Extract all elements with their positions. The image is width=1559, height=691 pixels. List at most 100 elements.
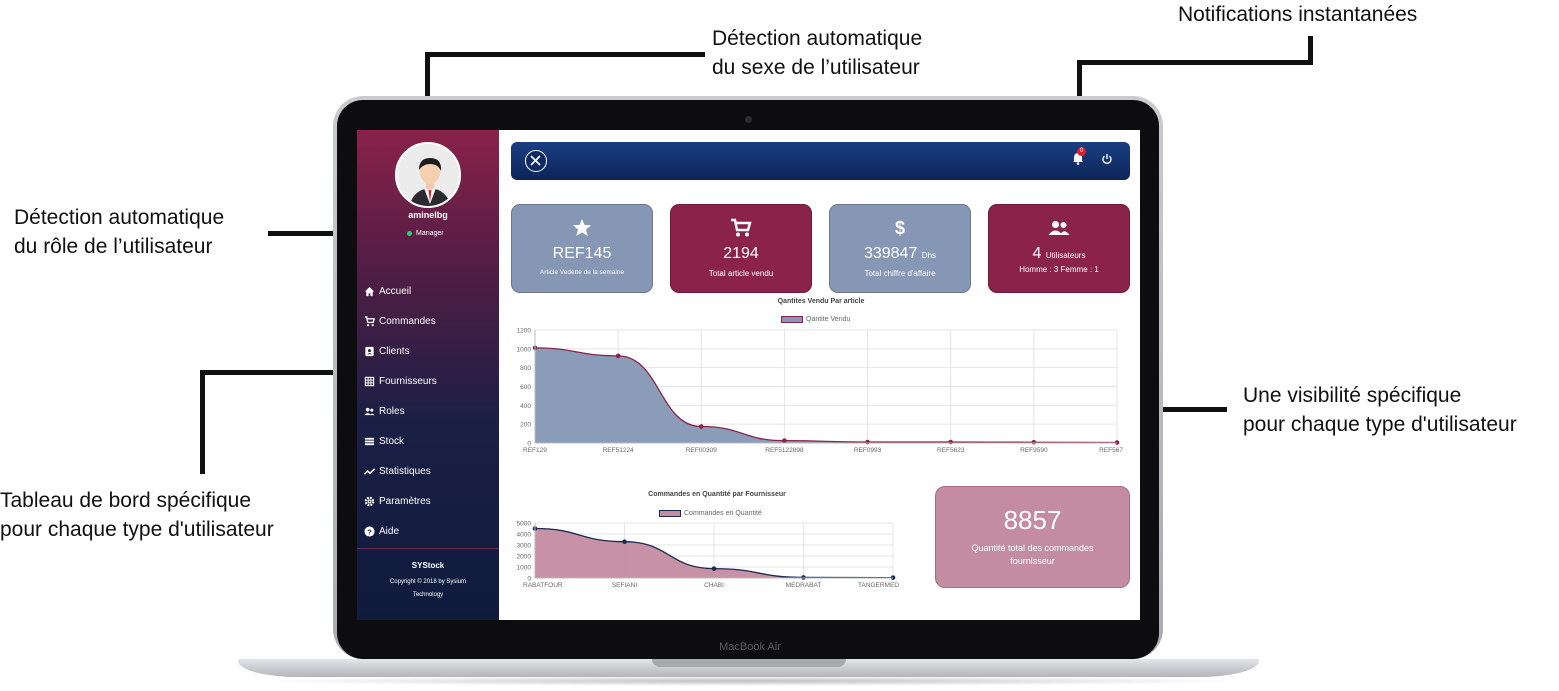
list-icon	[363, 435, 375, 447]
chart2-legend: Commandes en Quantité	[659, 510, 762, 517]
annotation-dashboard-line1: Tableau de bord spécifique	[0, 489, 252, 512]
legend-label: Commandes en Quantité	[684, 510, 762, 517]
chart1-data-point[interactable]	[782, 438, 787, 443]
users-unit: Utilisateurs	[1045, 251, 1086, 260]
svg-text:?: ?	[367, 527, 372, 536]
chart1-ytick-label: 200	[520, 422, 531, 429]
chart1-area-fill	[535, 347, 1117, 443]
chart2-data-point[interactable]	[801, 575, 806, 580]
sidebar: aminelbg Manager Accueil Commandes Clien…	[357, 130, 499, 620]
chart2-ytick-label: 3000	[517, 543, 532, 550]
revenue-unit: Dhs	[921, 251, 937, 260]
chart2-ytick-label: 1000	[517, 565, 532, 572]
annotation-role-line1: Détection automatique	[14, 206, 225, 229]
laptop-shadow	[250, 676, 1250, 686]
sidebar-item-commandes[interactable]: Commandes	[363, 306, 499, 336]
sidebar-item-label: Paramètres	[379, 495, 431, 507]
sidebar-item-clients[interactable]: Clients	[363, 336, 499, 366]
close-sidebar-button[interactable]	[525, 150, 547, 172]
card-value: 4 Utilisateurs	[989, 245, 1129, 263]
card-total-sold: 2194 Total article vendu	[670, 204, 812, 293]
sidebar-item-roles[interactable]: Roles	[363, 396, 499, 426]
chart2-xtick-label: TANGERMED	[858, 582, 899, 589]
annotation-role-line2: du rôle de l’utilisateur	[14, 235, 213, 258]
leader-line-notif-v2	[1308, 36, 1313, 65]
card-featured-article: REF145 Article Vedette de la semaine	[511, 204, 653, 293]
chart2-ytick-label: 4000	[517, 532, 532, 539]
leader-line-gender-h	[425, 52, 705, 57]
chart1-xtick-label: REF567	[1099, 447, 1123, 454]
legend-swatch	[781, 316, 803, 323]
sidebar-item-label: Commandes	[379, 315, 436, 327]
close-icon	[530, 155, 541, 166]
card-value: REF145	[552, 245, 612, 262]
chart2-data-point[interactable]	[622, 539, 627, 544]
chart1-data-point[interactable]	[698, 424, 704, 429]
online-status-dot	[407, 230, 412, 236]
chart1-xtick-label: REF5623	[937, 447, 965, 454]
chart1-data-point[interactable]	[948, 439, 954, 445]
annotation-gender-line1: Détection automatique	[712, 27, 923, 50]
chart2-xtick-label: CHABI	[704, 582, 724, 589]
chart1-data-point[interactable]	[615, 353, 621, 359]
card-label: Homme : 3 Femme : 1	[1019, 265, 1099, 274]
chart2-ytick-label: 2000	[517, 554, 532, 561]
chart1-area: 120010008006004002000REF129 REF51224 REF00…	[517, 328, 1124, 455]
card-label: Total article vendu	[708, 269, 774, 278]
annotation-gender-detection: Détection automatique du sexe de l’utili…	[712, 24, 922, 82]
copyright-line1: Copyright © 2018 by Sysium	[389, 579, 467, 585]
sidebar-item-fournisseurs[interactable]: Fournisseurs	[363, 366, 499, 396]
chart1-data-point[interactable]	[1031, 439, 1037, 445]
camera-icon	[745, 116, 752, 123]
user-role: Manager	[407, 230, 444, 237]
power-icon	[1102, 154, 1112, 165]
card-value: 339847 Dhs	[830, 245, 970, 263]
sidebar-item-label: Stock	[379, 435, 405, 447]
chart2-data-point[interactable]	[711, 566, 717, 571]
chart2-title: Commandes en Quantité par Fournisseur	[648, 491, 786, 498]
chart1-xtick-label: REF51224	[603, 447, 634, 454]
sidebar-footer: SYStock Copyright © 2018 by Sysium Techn…	[357, 548, 499, 602]
sidebar-item-stock[interactable]: Stock	[363, 426, 499, 456]
users-count: 4	[1032, 245, 1042, 262]
annotation-visibility-line2: pour chaque type d'utilisateur	[1243, 413, 1517, 436]
chart1-title: Qantites Vendu Par article	[777, 298, 865, 305]
logout-button[interactable]	[1101, 152, 1113, 170]
card-label: Article Vedette de la semaine	[539, 269, 625, 276]
chart1-ytick-label: 1000	[517, 346, 532, 353]
annotation-gender-line2: du sexe de l’utilisateur	[712, 56, 920, 79]
trending-icon	[363, 465, 375, 477]
chart1-ytick-label: 600	[520, 384, 531, 391]
card-label: Total chiffre d'affaire	[864, 269, 936, 278]
sidebar-item-parametres[interactable]: Paramètres	[363, 486, 499, 516]
sidebar-item-label: Roles	[379, 405, 405, 417]
copyright-line2: Technology	[412, 592, 444, 598]
annotation-dashboard: Tableau de bord spécifique pour chaque t…	[0, 486, 274, 544]
sidebar-item-statistiques[interactable]: Statistiques	[363, 456, 499, 486]
sidebar-menu: Accueil Commandes Clients Fournisseurs R…	[363, 276, 499, 546]
chart1-data-point[interactable]	[865, 439, 870, 445]
leader-line-notif-h	[1077, 60, 1313, 65]
laptop-notch	[652, 659, 846, 667]
chart1-xtick-label: REF5122898	[765, 447, 804, 454]
home-icon	[363, 285, 375, 297]
users-icon	[989, 217, 1129, 239]
chart2-xtick-label: SEFIANI	[612, 582, 637, 589]
notification-badge: 0	[1077, 147, 1086, 156]
chart1-xtick-label: REF0993	[854, 447, 882, 454]
chart1-ytick-label: 800	[520, 365, 531, 372]
chart1-ytick-label: 400	[520, 403, 531, 410]
chart1-xtick-label: REF129	[523, 447, 547, 454]
sidebar-item-aide[interactable]: ? Aide	[363, 516, 499, 546]
leader-line-dashboard-h	[200, 370, 340, 375]
username: aminelbg	[408, 210, 448, 220]
card-total-supplier-orders: 8857 Quantité total des commandes fourni…	[935, 486, 1130, 588]
sidebar-item-accueil[interactable]: Accueil	[363, 276, 499, 306]
star-icon	[512, 217, 652, 239]
contact-card-icon	[363, 345, 375, 357]
cart-icon	[671, 217, 811, 239]
card-revenue: $ 339847 Dhs Total chiffre d'affaire	[829, 204, 971, 293]
dollar-icon: $	[894, 217, 905, 238]
chart1-legend: Qantite Vendu	[781, 316, 850, 323]
avatar[interactable]	[395, 142, 461, 208]
